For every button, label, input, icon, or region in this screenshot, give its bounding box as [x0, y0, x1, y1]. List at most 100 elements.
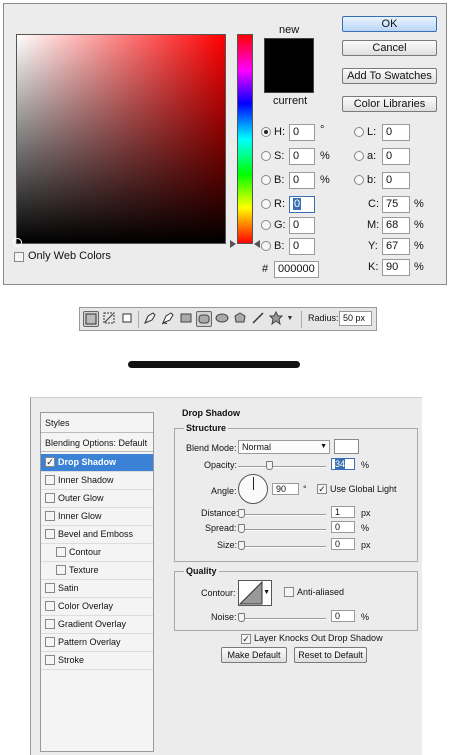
distance-slider-thumb[interactable] [238, 509, 245, 518]
green-input[interactable]: 0 [289, 217, 315, 234]
style-item-checkbox[interactable] [45, 511, 55, 521]
style-item[interactable]: Pattern Overlay [41, 634, 153, 652]
anti-aliased-checkbox[interactable] [284, 587, 294, 597]
style-item-checkbox[interactable] [56, 565, 66, 575]
style-item-checkbox[interactable] [56, 547, 66, 557]
green-radio[interactable] [261, 220, 271, 230]
angle-input[interactable]: 90 [272, 483, 299, 495]
opacity-slider[interactable] [238, 461, 326, 470]
ok-button[interactable]: OK [342, 16, 437, 32]
magenta-input[interactable]: 68 [382, 217, 410, 234]
rounded-rectangle-tool-icon[interactable] [196, 311, 212, 327]
red-radio[interactable] [261, 199, 271, 209]
use-global-light-checkbox[interactable]: ✓ [317, 484, 327, 494]
style-item[interactable]: Texture [41, 562, 153, 580]
lab-l-input[interactable]: 0 [382, 124, 410, 141]
style-item[interactable]: Color Overlay [41, 598, 153, 616]
polygon-tool-icon[interactable] [232, 311, 248, 327]
brightness-input[interactable]: 0 [289, 172, 315, 189]
lab-b-radio[interactable] [354, 175, 364, 185]
dropdown-arrow-icon[interactable]: ▼ [285, 311, 295, 327]
noise-slider[interactable] [238, 613, 326, 622]
style-item[interactable]: Bevel and Emboss [41, 526, 153, 544]
add-to-swatches-button[interactable]: Add To Swatches [342, 68, 437, 84]
saturation-radio[interactable] [261, 151, 271, 161]
style-item-checkbox[interactable] [45, 475, 55, 485]
brightness-radio[interactable] [261, 175, 271, 185]
opacity-input[interactable]: 34 [331, 458, 355, 470]
contour-picker[interactable]: ▼ [238, 580, 272, 606]
shadow-color-swatch[interactable] [334, 439, 359, 454]
radius-input[interactable]: 50 px [339, 311, 372, 326]
pen-tool-icon[interactable] [142, 311, 158, 327]
style-item[interactable]: Inner Glow [41, 508, 153, 526]
style-item-checkbox[interactable] [45, 619, 55, 629]
angle-dial[interactable] [238, 474, 268, 504]
hue-radio[interactable] [261, 127, 271, 137]
lab-a-radio[interactable] [354, 151, 364, 161]
style-item[interactable]: Contour [41, 544, 153, 562]
size-input[interactable]: 0 [331, 538, 355, 550]
color-field-marker[interactable] [13, 238, 22, 247]
cancel-button[interactable]: Cancel [342, 40, 437, 56]
freeform-pen-icon[interactable] [160, 311, 176, 327]
blend-mode-select[interactable]: Normal ▼ [238, 440, 330, 454]
color-field[interactable] [13, 34, 226, 247]
custom-shape-tool-icon[interactable] [268, 310, 284, 327]
style-item[interactable]: Gradient Overlay [41, 616, 153, 634]
hue-slider-right-arrow-icon[interactable] [254, 240, 260, 248]
yellow-input[interactable]: 67 [382, 238, 410, 255]
distance-input[interactable]: 1 [331, 506, 355, 518]
spread-input[interactable]: 0 [331, 521, 355, 533]
saturation-input[interactable]: 0 [289, 148, 315, 165]
style-item[interactable]: ✓ Drop Shadow [41, 454, 153, 472]
style-item-checkbox[interactable] [45, 601, 55, 611]
color-libraries-button[interactable]: Color Libraries [342, 96, 437, 112]
cyan-label: C: [368, 198, 379, 210]
hue-slider[interactable] [237, 34, 253, 244]
style-item-checkbox[interactable] [45, 493, 55, 503]
hex-input[interactable]: 000000 [274, 261, 319, 278]
black-input[interactable]: 90 [382, 259, 410, 276]
layer-knocks-out-checkbox[interactable]: ✓ [241, 634, 251, 644]
size-slider-thumb[interactable] [238, 541, 245, 550]
style-item-checkbox[interactable] [45, 529, 55, 539]
spread-slider-thumb[interactable] [238, 524, 245, 533]
style-item-checkbox[interactable]: ✓ [45, 457, 55, 467]
style-item[interactable]: Satin [41, 580, 153, 598]
style-item[interactable]: Inner Shadow [41, 472, 153, 490]
red-input[interactable]: 0 [289, 196, 315, 213]
make-default-button[interactable]: Make Default [221, 647, 287, 663]
noise-input[interactable]: 0 [331, 610, 355, 622]
lab-l-radio[interactable] [354, 127, 364, 137]
distance-slider[interactable] [238, 509, 326, 518]
hue-input[interactable]: 0 [289, 124, 315, 141]
opacity-slider-thumb[interactable] [266, 461, 273, 470]
new-current-swatch[interactable] [264, 38, 314, 93]
rectangle-tool-icon[interactable] [178, 311, 194, 327]
style-item-checkbox[interactable] [45, 655, 55, 665]
only-web-colors-checkbox[interactable] [14, 252, 24, 262]
blue-input[interactable]: 0 [289, 238, 315, 255]
style-item-checkbox[interactable] [45, 583, 55, 593]
blending-options-item[interactable]: Blending Options: Default [41, 435, 153, 452]
ellipse-tool-icon[interactable] [214, 311, 230, 327]
hue-slider-left-arrow-icon[interactable] [230, 240, 236, 248]
style-item[interactable]: Stroke [41, 652, 153, 670]
spread-slider[interactable] [238, 524, 326, 533]
blue-radio[interactable] [261, 241, 271, 251]
style-item-checkbox[interactable] [45, 637, 55, 647]
lab-a-input[interactable]: 0 [382, 148, 410, 165]
line-tool-icon[interactable] [250, 311, 266, 327]
styles-header[interactable]: Styles [41, 413, 153, 433]
size-slider[interactable] [238, 541, 326, 550]
noise-slider-thumb[interactable] [238, 613, 245, 622]
lab-b-input[interactable]: 0 [382, 172, 410, 189]
cyan-input[interactable]: 75 [382, 196, 410, 213]
reset-to-default-button[interactable]: Reset to Default [294, 647, 367, 663]
distance-label: Distance: [201, 508, 239, 518]
style-item[interactable]: Outer Glow [41, 490, 153, 508]
paths-icon[interactable] [101, 311, 117, 327]
shape-layers-icon[interactable] [83, 311, 99, 327]
fill-pixels-icon[interactable] [119, 311, 135, 327]
